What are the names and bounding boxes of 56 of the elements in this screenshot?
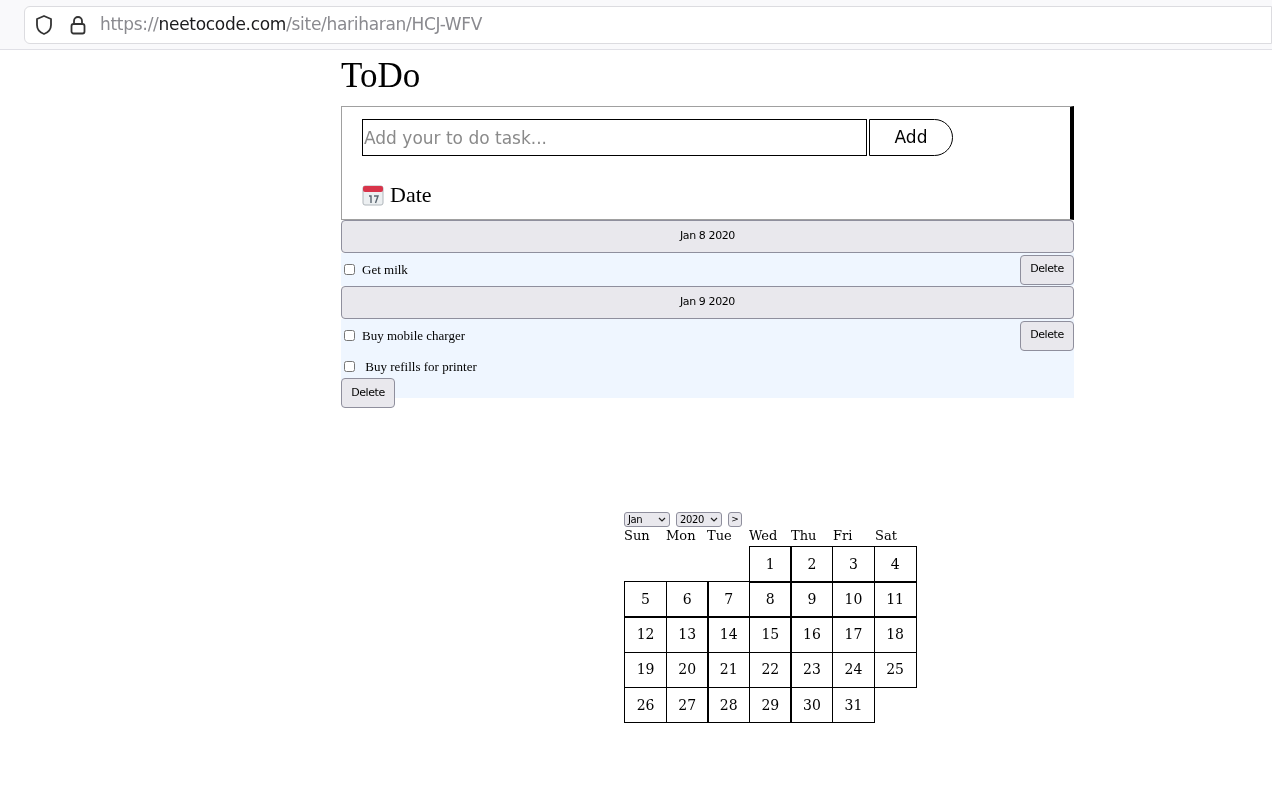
day-cell[interactable]: 5 xyxy=(624,581,668,618)
task-label: Get milk xyxy=(362,260,408,279)
calendar-icon xyxy=(362,183,384,206)
day-cell[interactable]: 6 xyxy=(665,581,709,618)
task-label: Buy mobile charger xyxy=(362,326,465,345)
day-cell[interactable]: 10 xyxy=(831,581,876,618)
task-checkbox[interactable] xyxy=(344,264,355,275)
day-cell[interactable]: 8 xyxy=(748,581,792,618)
day-cell[interactable]: 26 xyxy=(624,686,668,724)
day-cell[interactable]: 12 xyxy=(624,616,668,654)
day-cell[interactable]: 4 xyxy=(873,546,917,583)
next-month-button[interactable]: > xyxy=(728,512,742,527)
weekday-label: Sun xyxy=(624,528,651,544)
day-cell[interactable]: 13 xyxy=(665,616,709,654)
weekday-label: Sat xyxy=(875,528,898,544)
year-select[interactable]: 2020 xyxy=(676,512,722,527)
delete-button[interactable]: Delete xyxy=(1020,320,1074,351)
day-cell[interactable]: 18 xyxy=(873,616,917,654)
day-cell[interactable]: 1 xyxy=(748,546,792,583)
delete-button[interactable]: Delete xyxy=(341,378,395,408)
weekday-label: Wed xyxy=(749,528,779,544)
url-text: https://neetocode.com/site/hariharan/HCJ-WFV xyxy=(100,12,483,36)
chevron-down-icon xyxy=(710,517,718,522)
day-cell[interactable]: 2 xyxy=(790,546,834,583)
day-cell[interactable]: 29 xyxy=(748,686,792,724)
date-heading: Date xyxy=(390,181,432,209)
day-cell[interactable]: 9 xyxy=(790,581,834,618)
day-cell[interactable]: 3 xyxy=(831,546,876,583)
month-select[interactable]: Jan xyxy=(624,512,670,527)
day-cell[interactable]: 31 xyxy=(831,686,876,724)
day-cell[interactable]: 11 xyxy=(873,581,917,618)
day-cell[interactable]: 7 xyxy=(707,581,751,618)
weekday-label: Mon xyxy=(666,528,697,544)
day-cell[interactable]: 30 xyxy=(790,686,834,724)
chevron-down-icon xyxy=(658,517,666,522)
task-input-field[interactable]: Add your to do task... xyxy=(362,119,867,156)
add-button[interactable]: Add xyxy=(869,119,953,156)
day-cell[interactable]: 25 xyxy=(873,651,917,689)
date-group-header[interactable]: Jan 9 2020 xyxy=(341,286,1074,319)
lock-icon xyxy=(70,14,86,35)
date-group-header[interactable]: Jan 8 2020 xyxy=(341,220,1074,253)
day-cell[interactable]: 27 xyxy=(665,686,709,724)
day-cell[interactable]: 28 xyxy=(707,686,751,724)
page-title: ToDo xyxy=(341,56,422,97)
day-cell[interactable]: 14 xyxy=(707,616,751,654)
weekday-label: Tue xyxy=(707,528,733,544)
weekday-label: Thu xyxy=(791,528,818,544)
shield-icon xyxy=(34,13,54,36)
day-cell[interactable]: 16 xyxy=(790,616,834,654)
task-checkbox[interactable] xyxy=(344,361,355,372)
weekday-label: Fri xyxy=(833,528,854,544)
task-checkbox[interactable] xyxy=(344,330,355,341)
address-bar[interactable]: https://neetocode.com/site/hariharan/HCJ-WFV xyxy=(24,5,1272,44)
day-cell[interactable]: 15 xyxy=(748,616,792,654)
delete-button[interactable]: Delete xyxy=(1020,254,1074,285)
task-label: Buy refills for printer xyxy=(364,357,477,376)
